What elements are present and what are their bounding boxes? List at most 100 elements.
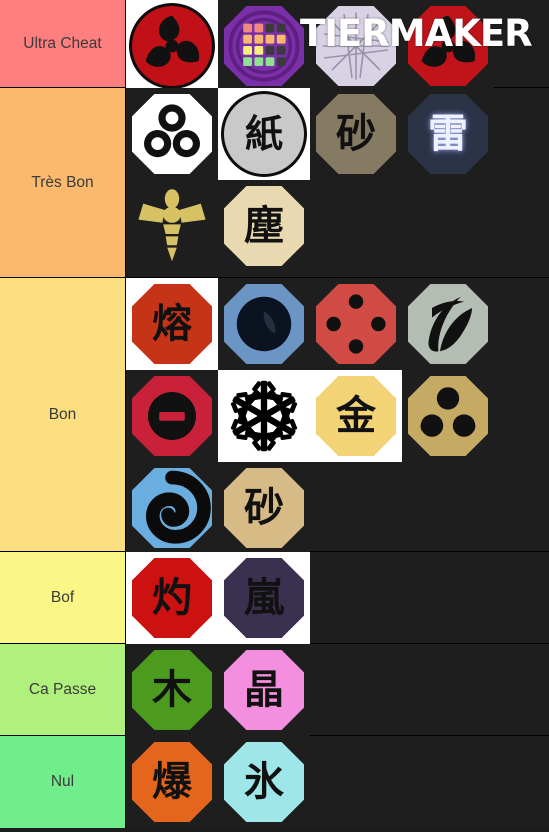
dark-sphere-release-icon[interactable] (218, 278, 310, 370)
sand-release-icon[interactable]: 砂 (218, 462, 310, 554)
scorch-release-icon[interactable]: 灼 (126, 552, 218, 644)
icon-badge (132, 94, 212, 174)
icon-badge: 金 (316, 376, 396, 456)
icon-art (132, 94, 212, 174)
icon-art (132, 468, 212, 548)
mangekyo-sharingan-icon[interactable] (126, 0, 218, 92)
tier-row: Bof 灼嵐 (0, 552, 549, 644)
dust-release-icon[interactable]: 塵 (218, 180, 310, 272)
kanji-glyph: 熔 (152, 301, 192, 347)
insect-release-icon[interactable] (126, 180, 218, 272)
icon-badge: 砂 (316, 94, 396, 174)
icon-art (224, 6, 304, 86)
ice-snowflake-icon[interactable] (218, 370, 310, 462)
icon-art (132, 186, 212, 266)
icon-badge (316, 284, 396, 364)
icon-badge: 熔 (132, 284, 212, 364)
tiermaker-logo-icon[interactable] (218, 0, 310, 92)
icon-badge (224, 284, 304, 364)
lightning-release-icon[interactable]: 雷 (402, 88, 494, 180)
icon-graphic (145, 470, 211, 544)
icon-badge: 晶 (224, 650, 304, 730)
tier-label[interactable]: Bof (0, 552, 126, 643)
rinnegan-four-dot-icon[interactable] (310, 278, 402, 370)
tier-items-container: 爆氷 (126, 736, 549, 828)
icon-badge (132, 468, 212, 548)
icon-badge: 塵 (224, 186, 304, 266)
tier-row: Nul 爆氷 (0, 736, 549, 828)
tier-label[interactable]: Ultra Cheat (0, 0, 126, 87)
icon-graphic (138, 189, 206, 262)
tier-items-container (126, 0, 549, 92)
icon-art (224, 284, 304, 364)
crystal-release-icon[interactable]: 晶 (218, 644, 310, 736)
kanji-glyph: 塵 (244, 203, 284, 249)
swirl-trio-release-icon[interactable] (126, 88, 218, 180)
tier-items-container: 木晶 (126, 644, 549, 736)
icon-art (408, 6, 488, 86)
kanji-glyph: 砂 (336, 111, 376, 157)
icon-art (316, 284, 396, 364)
icon-graphic (236, 296, 292, 352)
icon-graphic (148, 392, 196, 440)
icon-badge (316, 6, 396, 86)
shatter-release-icon[interactable] (310, 0, 402, 92)
tier-list: Ultra Cheat Très Bon 紙砂雷塵 Bon 熔金砂 Bof 灼嵐 Ca Pas… (0, 0, 549, 832)
magnet-release-icon[interactable] (402, 370, 494, 462)
icon-graphic (421, 15, 476, 67)
icon-art (316, 6, 396, 86)
icon-graphic (144, 104, 200, 158)
tier-row: Ultra Cheat (0, 0, 549, 92)
storm-swirl-release-icon[interactable] (402, 278, 494, 370)
kanji-glyph: 砂 (244, 485, 284, 531)
sand-release-dark-icon[interactable]: 砂 (310, 88, 402, 180)
icon-graphic (322, 12, 390, 80)
icon-graphic (230, 380, 298, 452)
icon-badge: 砂 (224, 468, 304, 548)
blocked-release-icon[interactable] (126, 370, 218, 462)
storm-release-icon[interactable]: 嵐 (218, 552, 310, 644)
kanji-glyph: 紙 (244, 112, 283, 156)
tier-label[interactable]: Ca Passe (0, 644, 126, 735)
icon-badge: 嵐 (224, 558, 304, 638)
tier-row: Ca Passe 木晶 (0, 644, 549, 736)
wood-release-icon[interactable]: 木 (126, 644, 218, 736)
tier-label[interactable]: Bon (0, 278, 126, 551)
icon-graphic (428, 296, 472, 352)
icon-art (132, 376, 212, 456)
icon-badge: 雷 (408, 94, 488, 174)
icon-badge: 氷 (224, 742, 304, 822)
kanji-glyph: 嵐 (244, 575, 284, 621)
kanji-glyph: 木 (152, 667, 192, 713)
icon-badge (132, 376, 212, 456)
icon-badge (408, 284, 488, 364)
icon-badge: 灼 (132, 558, 212, 638)
paper-release-icon[interactable]: 紙 (218, 88, 310, 180)
icon-graphic (326, 294, 386, 354)
icon-graphic (145, 15, 200, 67)
tier-items-container: 灼嵐 (126, 552, 549, 644)
gold-release-icon[interactable]: 金 (310, 370, 402, 462)
icon-graphic (420, 387, 476, 437)
icon-badge (132, 6, 212, 86)
icon-badge (408, 376, 488, 456)
icon-graphic (228, 10, 300, 82)
lava-release-icon[interactable]: 熔 (126, 278, 218, 370)
explosion-release-icon[interactable]: 爆 (126, 736, 218, 828)
icon-badge: 爆 (132, 742, 212, 822)
tier-items-container: 熔金砂 (126, 278, 549, 554)
kanji-glyph: 金 (336, 393, 376, 439)
kanji-glyph: 氷 (244, 759, 284, 805)
icon-art (408, 376, 488, 456)
red-sharingan-icon[interactable] (402, 0, 494, 92)
kanji-glyph: 晶 (244, 667, 284, 713)
icon-badge: 紙 (224, 94, 304, 174)
tier-label[interactable]: Nul (0, 736, 126, 828)
icon-art (224, 376, 304, 456)
ice-release-icon[interactable]: 氷 (218, 736, 310, 828)
tier-label[interactable]: Très Bon (0, 88, 126, 277)
kanji-glyph: 灼 (152, 575, 192, 621)
icon-badge (224, 6, 304, 86)
icon-art (408, 284, 488, 364)
blue-spiral-release-icon[interactable] (126, 462, 218, 554)
